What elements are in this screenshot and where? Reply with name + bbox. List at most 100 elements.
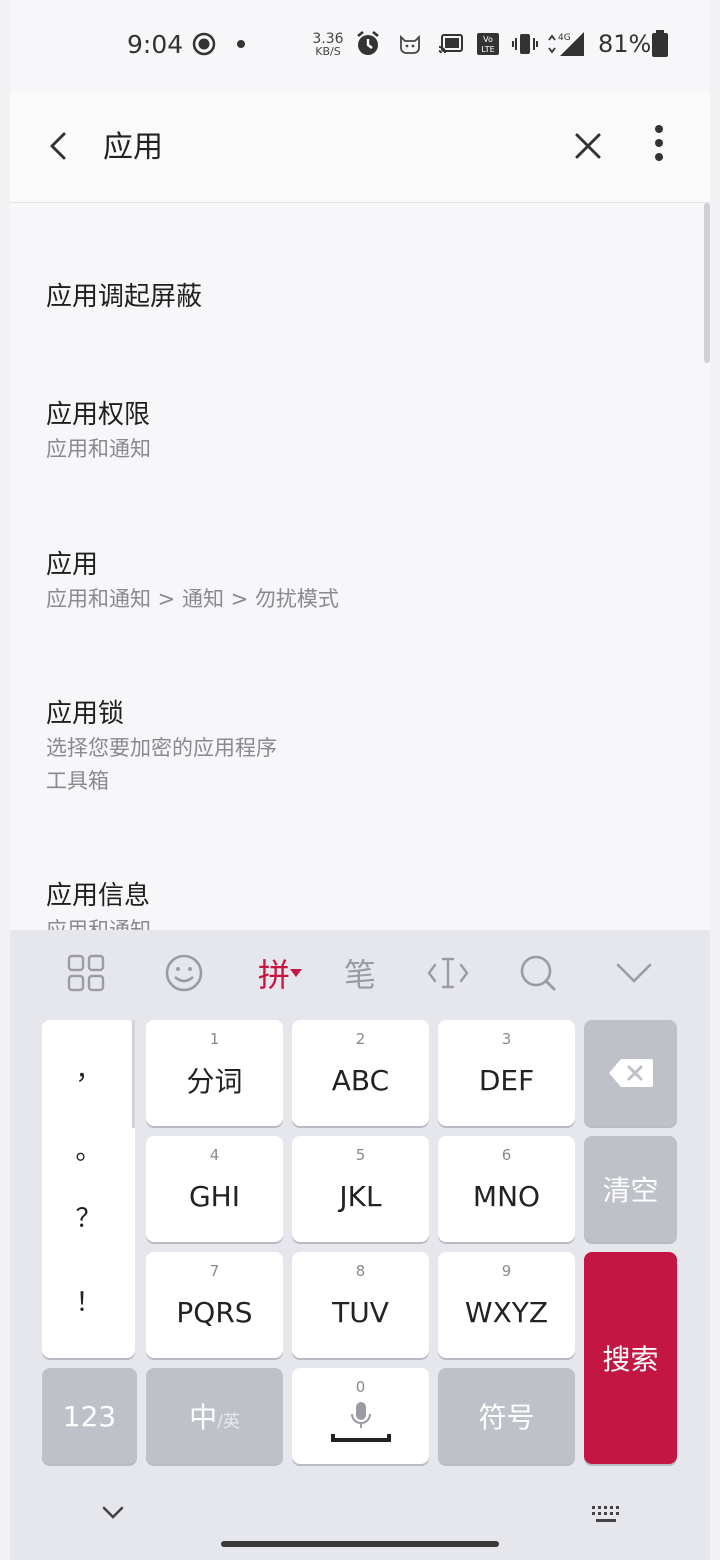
more-vert-icon (655, 125, 663, 161)
key-6[interactable]: 6 MNO (438, 1136, 575, 1242)
cursor-edit-icon (427, 957, 469, 989)
key-label: 分词 (186, 1065, 243, 1098)
key-label: GHI (188, 1179, 240, 1213)
status-time: 9:04 (127, 30, 184, 59)
search-query[interactable]: 应用 (103, 122, 163, 166)
result-item[interactable]: 应用调起屏蔽 (46, 279, 666, 315)
search-results-list[interactable]: 应用调起屏蔽 应用权限 应用和通知 应用 应用和通知 > 通知 > 勿扰模式 应… (10, 203, 710, 930)
result-subtitle: 应用和通知 > 通知 > 勿扰模式 (46, 587, 339, 611)
ime-keyboard: 拼 笔 ， 。 ？ ！ 1 分词 2 ABC 3 DEF 4 GHI 5 JKL… (10, 930, 710, 1560)
space-key[interactable]: 0 (292, 1368, 429, 1464)
stroke-mode-button[interactable]: 笔 (338, 948, 382, 998)
search-key[interactable]: 搜索 (584, 1252, 677, 1464)
punct-period[interactable]: 。 (42, 1130, 135, 1167)
svg-text:4G: 4G (558, 33, 571, 43)
symbol-label: 符号 (478, 1401, 535, 1434)
4g-signal-icon: 4G (546, 30, 586, 58)
punctuation-column[interactable]: ， 。 ？ ！ (42, 1020, 135, 1358)
chevron-down-icon (102, 1506, 124, 1519)
backspace-key[interactable] (584, 1020, 677, 1126)
scrollbar[interactable] (704, 203, 710, 363)
search-top-bar: 应用 (10, 90, 710, 203)
key-label: JKL (339, 1179, 382, 1213)
result-item[interactable]: 应用信息 应用和通知 (46, 878, 666, 930)
result-title: 应用信息 (46, 881, 151, 911)
symbol-key[interactable]: 符号 (438, 1368, 575, 1464)
key-number: 1 (209, 1030, 220, 1048)
key-9[interactable]: 9 WXYZ (438, 1252, 575, 1358)
collapse-keyboard-button[interactable] (98, 1502, 128, 1526)
key-label: WXYZ (464, 1295, 549, 1329)
back-button[interactable] (40, 126, 80, 166)
caret-down-icon (290, 969, 302, 977)
key-number: 9 (501, 1262, 512, 1280)
punct-exclaim[interactable]: ！ (42, 1282, 135, 1319)
volte-icon: Vo LTE (476, 30, 500, 58)
cursor-edit-button[interactable] (424, 948, 472, 998)
battery-icon (651, 30, 669, 58)
svg-text:Vo: Vo (483, 35, 493, 44)
key-label: PQRS (176, 1295, 253, 1329)
alarm-icon (354, 30, 382, 58)
key-number: 4 (209, 1146, 220, 1164)
key-number: 7 (209, 1262, 220, 1280)
home-gesture-bar[interactable] (221, 1541, 499, 1547)
key-4[interactable]: 4 GHI (146, 1136, 283, 1242)
key-number: 5 (355, 1146, 366, 1164)
result-item[interactable]: 应用权限 应用和通知 (46, 397, 666, 466)
key-number: 3 (501, 1030, 512, 1048)
lang-main-label: 中 (189, 1401, 218, 1434)
key-number: 8 (355, 1262, 366, 1280)
result-item[interactable]: 应用 应用和通知 > 通知 > 勿扰模式 (46, 547, 666, 616)
key-1[interactable]: 1 分词 (146, 1020, 283, 1126)
dot-icon (236, 30, 246, 58)
record-icon (192, 30, 216, 58)
switch-keyboard-button[interactable] (590, 1504, 624, 1530)
result-subtitle: 选择您要加密的应用程序 (46, 736, 277, 760)
key-number: 2 (355, 1030, 366, 1048)
cast-icon (438, 30, 464, 58)
result-title: 应用调起屏蔽 (46, 282, 203, 312)
punct-question[interactable]: ？ (42, 1198, 135, 1235)
result-title: 应用锁 (46, 699, 125, 729)
result-item[interactable]: 应用锁 选择您要加密的应用程序 工具箱 (46, 696, 666, 798)
result-subtitle: 工具箱 (46, 769, 109, 793)
search-icon (520, 955, 556, 991)
keyboard-icon (592, 1506, 619, 1522)
key-number: 6 (501, 1146, 512, 1164)
pinyin-mode-button[interactable]: 拼 (250, 948, 310, 998)
lang-sub-label: /英 (217, 1411, 240, 1432)
clear-search-button[interactable] (568, 126, 608, 166)
network-speed: 3.36 KB/S (312, 31, 344, 58)
close-icon (575, 133, 601, 159)
numeric-label: 123 (62, 1399, 117, 1433)
key-7[interactable]: 7 PQRS (146, 1252, 283, 1358)
vibrate-icon (512, 30, 538, 58)
search-label: 搜索 (602, 1343, 659, 1376)
key-3[interactable]: 3 DEF (438, 1020, 575, 1126)
clear-key[interactable]: 清空 (584, 1136, 677, 1242)
status-bar: 9:04 3.36 KB/S Vo LTE 4G 81% (0, 0, 720, 90)
back-arrow-icon (50, 132, 66, 160)
language-toggle-key[interactable]: 中 /英 (146, 1368, 283, 1464)
keyboard-search-button[interactable] (516, 948, 560, 998)
key-8[interactable]: 8 TUV (292, 1252, 429, 1358)
apps-grid-button[interactable] (60, 948, 112, 998)
result-subtitle: 应用和通知 (46, 918, 151, 930)
backspace-icon (608, 1059, 653, 1087)
emoji-button[interactable] (158, 948, 210, 998)
more-options-button[interactable] (640, 120, 678, 170)
key-label: ABC (331, 1063, 390, 1097)
hide-keyboard-button[interactable] (610, 948, 658, 998)
result-title: 应用 (46, 550, 99, 580)
key-5[interactable]: 5 JKL (292, 1136, 429, 1242)
punct-comma[interactable]: ， (42, 1050, 135, 1087)
key-number: 0 (355, 1378, 366, 1396)
result-title: 应用权限 (46, 400, 151, 430)
emoji-icon (165, 954, 203, 992)
battery-percent: 81% (598, 30, 652, 58)
mic-space-icon (330, 1402, 391, 1442)
key-2[interactable]: 2 ABC (292, 1020, 429, 1126)
punct-scroll-indicator (132, 1020, 135, 1128)
numeric-mode-key[interactable]: 123 (42, 1368, 137, 1464)
